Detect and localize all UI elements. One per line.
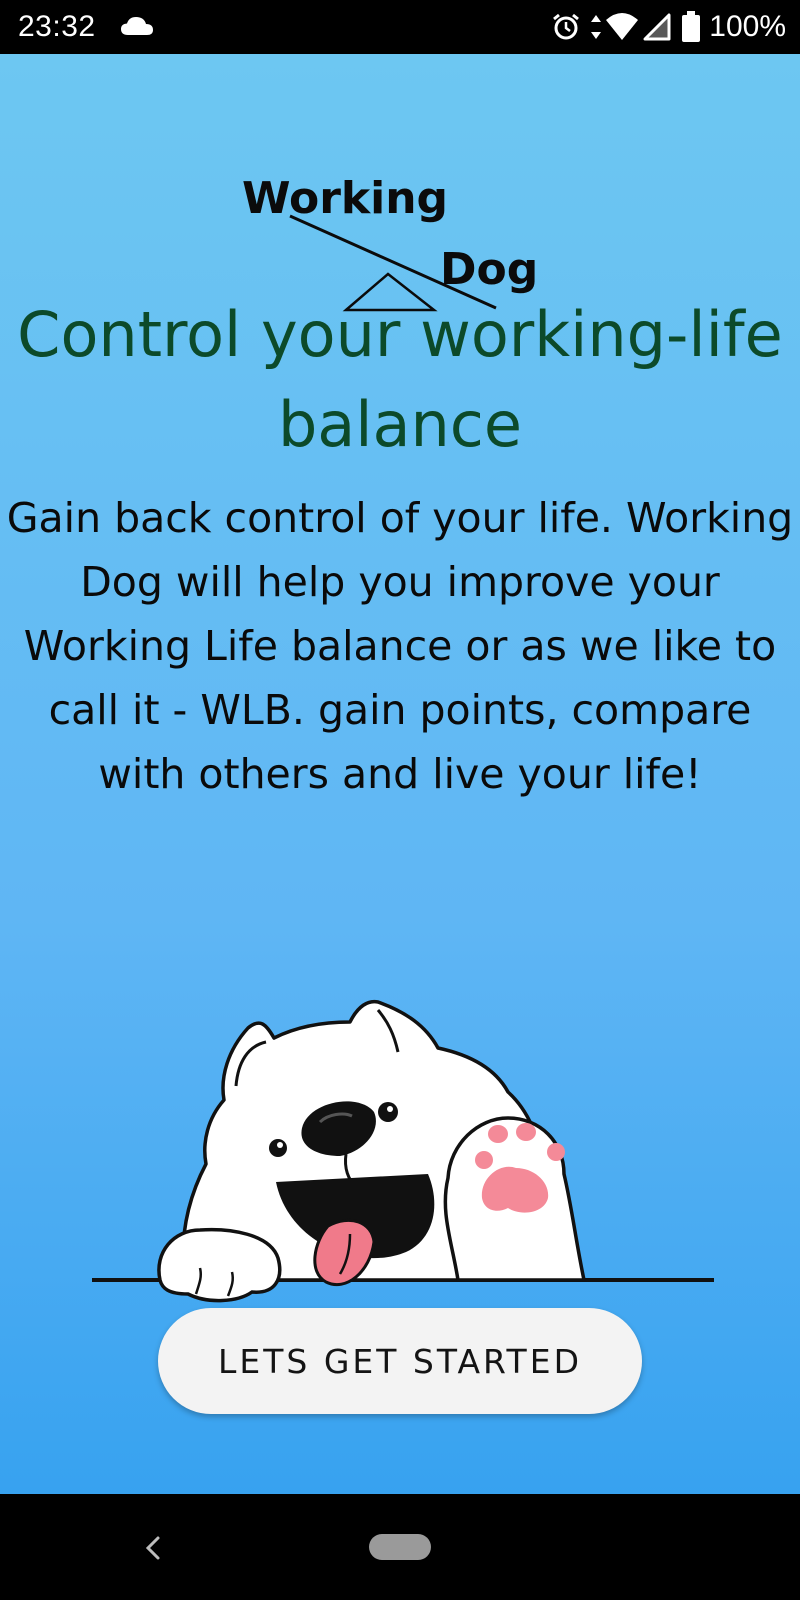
battery-percent: 100% — [709, 10, 786, 43]
navigation-bar — [0, 1494, 800, 1600]
status-time: 23:32 — [18, 10, 96, 43]
cloud-icon — [121, 17, 153, 35]
wifi-icon — [606, 13, 639, 40]
data-arrows-icon — [591, 15, 602, 39]
waving-dog-icon — [92, 999, 714, 1303]
logo-word-dog: Dog — [440, 244, 539, 295]
get-started-button[interactable]: LETS GET STARTED — [158, 1308, 642, 1414]
alarm-icon — [553, 13, 580, 40]
page-title: Control your working-life balance — [17, 298, 783, 461]
back-icon[interactable] — [140, 1532, 166, 1564]
home-pill-icon[interactable] — [369, 1534, 431, 1560]
status-icons: 100% — [551, 8, 786, 46]
status-bar: 23:32 100% — [0, 0, 800, 54]
intro-text: Gain back control of your life. Working … — [6, 494, 794, 798]
welcome-screen: Working Dog Control your working-life ba… — [0, 54, 800, 1494]
cell-signal-icon — [643, 13, 671, 41]
battery-icon — [682, 11, 701, 42]
logo-word-working: Working — [242, 173, 449, 224]
